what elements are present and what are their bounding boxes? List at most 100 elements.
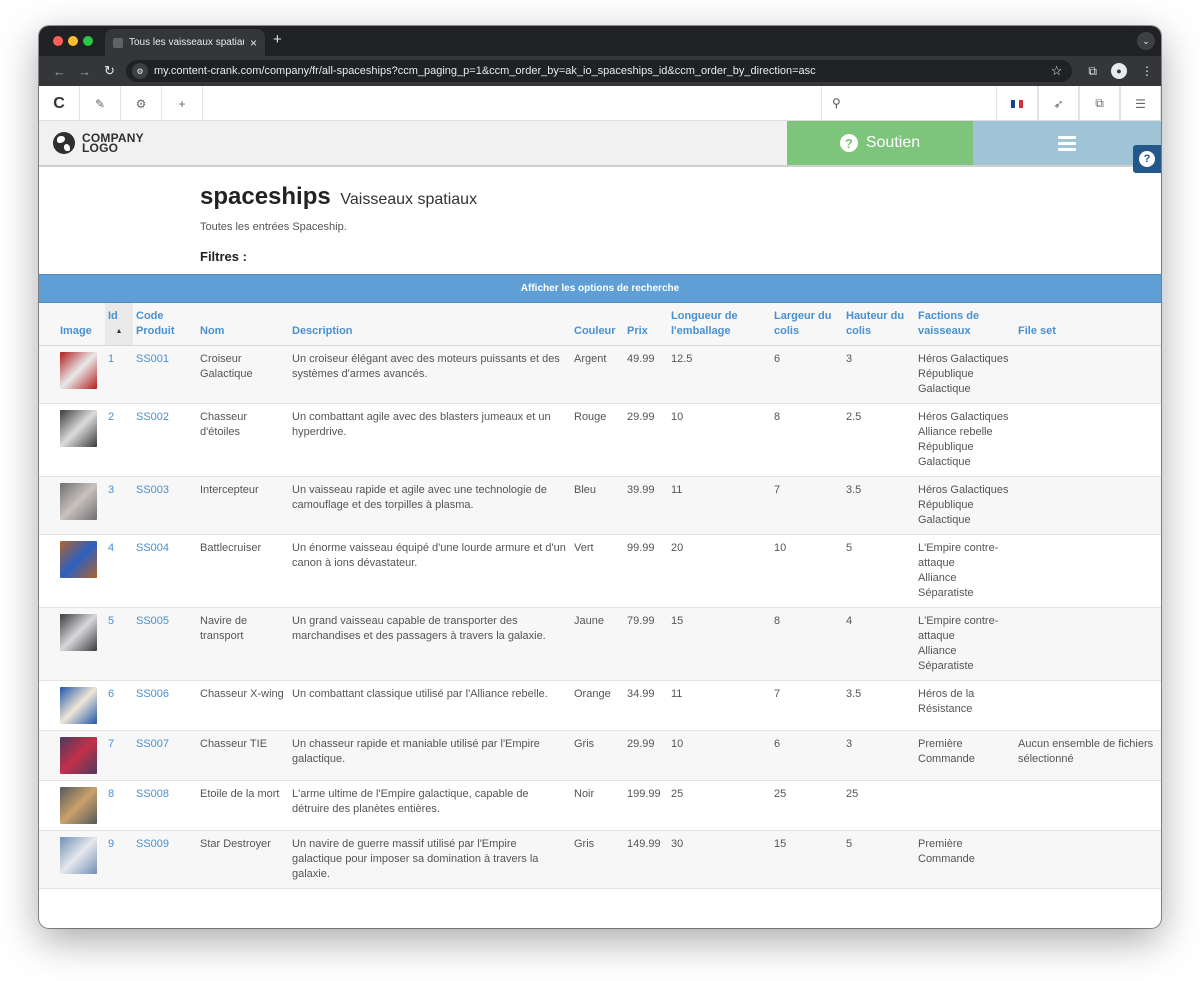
header-name[interactable]: Nom xyxy=(197,303,289,346)
spaceship-thumbnail[interactable] xyxy=(60,837,97,874)
header-image[interactable]: Image xyxy=(39,303,105,346)
help-button[interactable]: ? xyxy=(1133,145,1161,173)
header-color[interactable]: Couleur xyxy=(571,303,624,346)
bookmark-star-icon[interactable]: ☆ xyxy=(1051,63,1063,79)
site-info-icon[interactable]: ⚙ xyxy=(132,63,148,79)
spaceship-thumbnail[interactable] xyxy=(60,687,97,724)
maximize-window-button[interactable] xyxy=(83,36,93,46)
thumbnail-cell[interactable] xyxy=(39,830,105,889)
spaceship-thumbnail[interactable] xyxy=(60,410,97,447)
thumbnail-cell[interactable] xyxy=(39,403,105,477)
id-cell[interactable]: 3 xyxy=(105,476,133,535)
code-cell[interactable]: SS006 xyxy=(133,680,197,731)
code-cell[interactable]: SS001 xyxy=(133,345,197,404)
description-cell: Un croiseur élégant avec des moteurs pui… xyxy=(289,345,571,404)
table-row[interactable]: 3 SS003 Intercepteur Un vaisseau rapide et … xyxy=(39,476,1161,535)
thumbnail-cell[interactable] xyxy=(39,680,105,731)
color-cell: Gris xyxy=(571,830,624,889)
reload-icon[interactable]: ↻ xyxy=(97,63,122,79)
table-row[interactable]: 5 SS005 Navire de transport Un grand vaisse… xyxy=(39,607,1161,681)
thumbnail-cell[interactable] xyxy=(39,534,105,608)
id-cell[interactable]: 7 xyxy=(105,730,133,781)
thumbnail-cell[interactable] xyxy=(39,345,105,404)
thumbnail-cell[interactable] xyxy=(39,476,105,535)
header-width[interactable]: Largeur du colis xyxy=(771,303,843,346)
extensions-icon[interactable]: ⧉ xyxy=(1088,64,1097,79)
id-cell[interactable]: 8 xyxy=(105,780,133,831)
table-row[interactable]: 6 SS006 Chasseur X-wing Un combattant class… xyxy=(39,680,1161,731)
code-cell[interactable]: SS003 xyxy=(133,476,197,535)
color-cell: Jaune xyxy=(571,607,624,681)
edit-pencil-icon[interactable]: ✎ xyxy=(80,86,121,121)
cms-search-field[interactable]: ⚲ xyxy=(821,86,997,120)
table-row[interactable]: 7 SS007 Chasseur TIE Un chasseur rapide et … xyxy=(39,730,1161,781)
code-cell[interactable]: SS008 xyxy=(133,780,197,831)
header-id[interactable]: Id ▲ xyxy=(105,303,133,346)
language-flag-icon[interactable] xyxy=(997,86,1038,121)
header-description[interactable]: Description xyxy=(289,303,571,346)
header-factions[interactable]: Factions de vaisseaux xyxy=(915,303,1015,346)
close-window-button[interactable] xyxy=(53,36,63,46)
spaceship-thumbnail[interactable] xyxy=(60,614,97,651)
width-cell: 6 xyxy=(771,730,843,781)
header-length[interactable]: Longueur de l'emballage xyxy=(668,303,771,346)
id-cell[interactable]: 4 xyxy=(105,534,133,608)
back-icon[interactable]: ← xyxy=(47,64,72,79)
table-row[interactable]: 8 SS008 Etoile de la mort L'arme ultime de … xyxy=(39,780,1161,831)
id-cell[interactable]: 1 xyxy=(105,345,133,404)
faction-item: Première Commande xyxy=(918,738,975,765)
length-cell: 10 xyxy=(668,730,771,781)
support-button[interactable]: ? Soutien xyxy=(787,121,973,165)
cms-logo-icon[interactable]: C xyxy=(39,86,80,121)
add-plus-icon[interactable]: + xyxy=(162,86,203,121)
url-text[interactable]: my.content-crank.com/company/fr/all-spac… xyxy=(154,65,1051,77)
code-cell[interactable]: SS004 xyxy=(133,534,197,608)
header-code[interactable]: Code Produit xyxy=(133,303,197,346)
id-cell[interactable]: 9 xyxy=(105,830,133,889)
code-cell[interactable]: SS007 xyxy=(133,730,197,781)
name-cell: Intercepteur xyxy=(197,476,289,535)
more-menu-icon[interactable]: ⋮ xyxy=(1141,64,1153,78)
thumbnail-cell[interactable] xyxy=(39,730,105,781)
spaceship-thumbnail[interactable] xyxy=(60,737,97,774)
tab-search-icon[interactable]: ⌄ xyxy=(1137,32,1155,50)
code-cell[interactable]: SS005 xyxy=(133,607,197,681)
faction-item: L'Empire contre-attaque xyxy=(918,615,999,642)
table-row[interactable]: 1 SS001 Croiseur Galactique Un croiseur élé… xyxy=(39,345,1161,404)
spaceship-thumbnail[interactable] xyxy=(60,483,97,520)
id-cell[interactable]: 5 xyxy=(105,607,133,681)
name-cell: Chasseur X-wing xyxy=(197,680,289,731)
rocket-icon[interactable]: ➶ xyxy=(1038,86,1079,121)
copy-pages-icon[interactable]: ⧉ xyxy=(1079,86,1120,121)
settings-gear-icon[interactable]: ⚙ xyxy=(121,86,162,121)
id-cell[interactable]: 6 xyxy=(105,680,133,731)
spaceship-thumbnail[interactable] xyxy=(60,787,97,824)
question-circle-icon: ? xyxy=(839,134,858,152)
code-cell[interactable]: SS009 xyxy=(133,830,197,889)
id-cell[interactable]: 2 xyxy=(105,403,133,477)
thumbnail-cell[interactable] xyxy=(39,780,105,831)
description-cell: Un grand vaisseau capable de transporter… xyxy=(289,607,571,681)
header-fileset[interactable]: File set xyxy=(1015,303,1161,346)
table-row[interactable]: 9 SS009 Star Destroyer Un navire de guerre … xyxy=(39,830,1161,889)
price-cell: 29.99 xyxy=(624,730,668,781)
new-tab-button[interactable]: + xyxy=(273,31,282,48)
company-logo[interactable]: COMPANY LOGO xyxy=(39,121,787,165)
thumbnail-cell[interactable] xyxy=(39,607,105,681)
spaceship-thumbnail[interactable] xyxy=(60,352,97,389)
close-tab-icon[interactable]: × xyxy=(250,36,257,50)
page-description: Toutes les entrées Spaceship. xyxy=(200,221,347,233)
table-row[interactable]: 4 SS004 Battlecruiser Un énorme vaisseau éq… xyxy=(39,534,1161,608)
header-price[interactable]: Prix xyxy=(624,303,668,346)
profile-icon[interactable]: ● xyxy=(1111,63,1127,79)
address-bar[interactable]: ⚙ my.content-crank.com/company/fr/all-sp… xyxy=(126,60,1073,82)
browser-tab[interactable]: Tous les vaisseaux spatiaux : × xyxy=(105,29,265,56)
header-height[interactable]: Hauteur du colis xyxy=(843,303,915,346)
forward-icon[interactable]: → xyxy=(72,64,97,79)
sliders-icon[interactable]: ☰ xyxy=(1120,86,1161,121)
spaceship-thumbnail[interactable] xyxy=(60,541,97,578)
search-options-toggle[interactable]: Afficher les options de recherche xyxy=(39,274,1161,303)
code-cell[interactable]: SS002 xyxy=(133,403,197,477)
table-row[interactable]: 2 SS002 Chasseur d'étoiles Un combattant ag… xyxy=(39,403,1161,477)
minimize-window-button[interactable] xyxy=(68,36,78,46)
